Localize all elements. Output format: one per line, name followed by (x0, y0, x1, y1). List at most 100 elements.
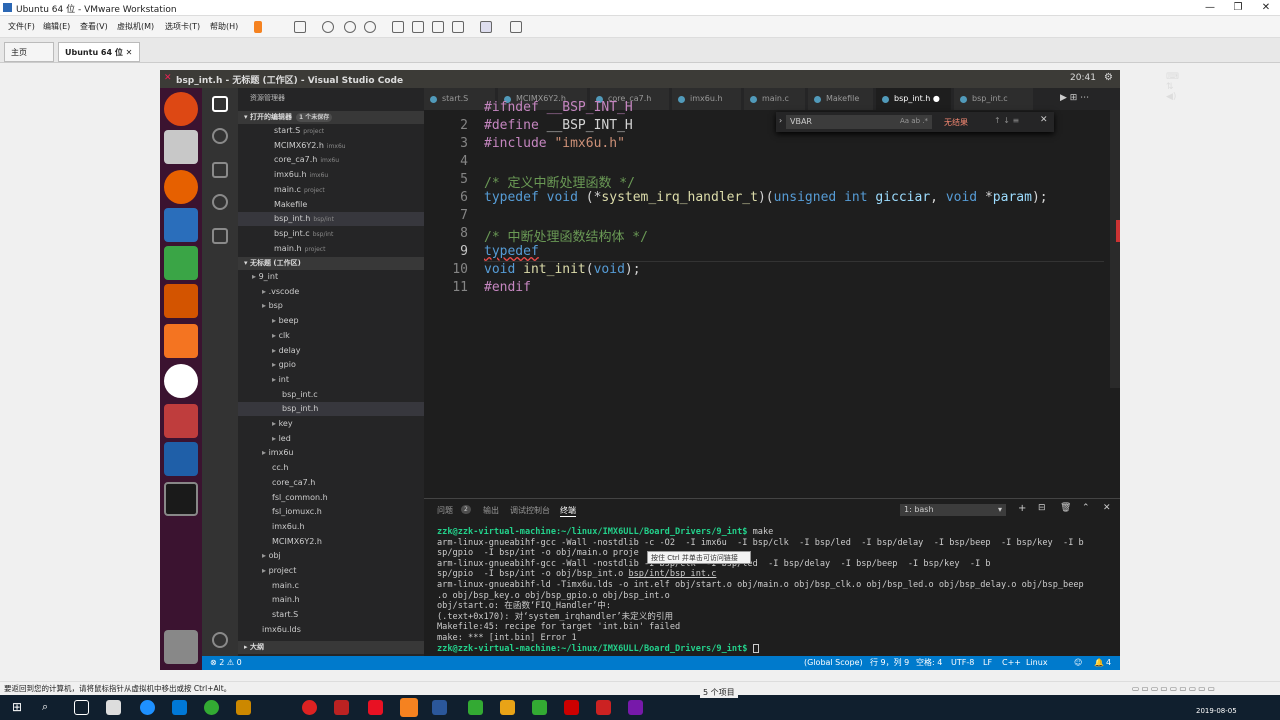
taskbar-date[interactable]: 2019-08-05 (1196, 707, 1237, 715)
tray-icons[interactable]: ⌨ ⇅ ◀) (1166, 72, 1179, 102)
pause-icon[interactable] (254, 21, 262, 33)
tree-file[interactable]: fsl_common.h (238, 491, 424, 505)
terminal-select[interactable]: 1: bash ▾ (900, 504, 1006, 516)
tree-folder[interactable]: ▸ beep (238, 314, 424, 328)
search-taskbar-icon[interactable]: ⌕ (42, 700, 48, 714)
ubuntu-dash-icon[interactable] (164, 92, 198, 126)
app6-icon[interactable] (532, 700, 547, 715)
find-nav-icons[interactable]: ↑ ↓ ≡ (994, 116, 1019, 125)
bell-icon[interactable]: 🔔 (1094, 656, 1104, 670)
unsaved-dot-icon[interactable]: ● (930, 94, 940, 103)
app7-icon[interactable] (596, 700, 611, 715)
explorer-icon[interactable] (212, 96, 228, 112)
app2-icon[interactable] (334, 700, 349, 715)
trash-icon[interactable] (164, 630, 198, 664)
snapshot-manager-icon[interactable] (364, 21, 376, 33)
app3-icon[interactable] (368, 700, 383, 715)
device-icons[interactable]: ▭ ▭ ▭ ▭ ▭ ▭ ▭ ▭ ▭ (1132, 682, 1215, 695)
windows-start-icon[interactable]: ⊞ (12, 700, 22, 714)
impress-icon[interactable] (164, 284, 198, 318)
tree-file[interactable]: bsp_int.h (238, 402, 424, 417)
minimize-button[interactable]: — (1196, 0, 1224, 16)
outline-section[interactable]: ▸ 大纲 (238, 641, 424, 654)
find-options[interactable]: Aa ab .* (900, 117, 928, 125)
editor-tab[interactable]: main.c (744, 88, 806, 110)
unity-icon[interactable] (452, 21, 464, 33)
tree-folder[interactable]: ▸ imx6u (238, 446, 424, 460)
tree-folder[interactable]: ▸ obj (238, 549, 424, 563)
terminal-output[interactable]: zzk@zzk-virtual-machine:~/linux/IMX6ULL/… (437, 527, 1084, 654)
tree-file[interactable]: core_ca7.h (238, 476, 424, 490)
app-icon[interactable] (236, 700, 251, 715)
tree-folder[interactable]: ▸ bsp (238, 299, 424, 313)
tree-file[interactable]: main.c (238, 579, 424, 593)
editor-scrollbar[interactable] (1110, 110, 1120, 388)
open-editor-item[interactable]: start.S project (238, 124, 424, 138)
maximize-button[interactable]: ❐ (1224, 0, 1252, 16)
extensions-icon[interactable] (212, 228, 228, 244)
editor-tab[interactable]: Makefile (808, 88, 874, 110)
tree-file[interactable]: bsp_int.c (238, 388, 424, 402)
console-view-icon[interactable] (480, 21, 492, 33)
menu-view[interactable]: 查看(V) (80, 21, 108, 32)
tab-debug-console[interactable]: 调试控制台 (510, 505, 550, 516)
terminal-icon[interactable] (164, 482, 198, 516)
eol-status[interactable]: LF (983, 656, 992, 670)
window-close-icon[interactable]: ✕ (164, 73, 172, 83)
tab-home[interactable]: 主页 (4, 42, 54, 62)
find-close-icon[interactable]: ✕ (1040, 115, 1048, 125)
edge-icon[interactable] (140, 700, 155, 715)
cursor-position[interactable]: 行 9，列 9 (870, 656, 909, 670)
manage-gear-icon[interactable] (212, 632, 228, 648)
code-editor[interactable]: 2 3 4 5 6 7 8 9 10 11 #ifndef __BSP_INT_… (424, 100, 1120, 498)
tab-output[interactable]: 输出 (483, 505, 499, 516)
close-panel-icon[interactable]: ✕ (1103, 503, 1111, 513)
tree-folder[interactable]: ▸ gpio (238, 358, 424, 372)
sidebar-icon[interactable] (392, 21, 404, 33)
open-editor-item[interactable]: bsp_int.h bsp/int (238, 212, 424, 227)
app5-icon[interactable] (500, 700, 515, 715)
tree-file[interactable]: imx6u.lds (238, 623, 424, 637)
tab-ubuntu[interactable]: Ubuntu 64 位 ✕ (58, 42, 140, 62)
editor-tab[interactable]: bsp_int.h ● (876, 88, 952, 110)
menu-vm[interactable]: 虚拟机(M) (117, 21, 154, 32)
tab-problems[interactable]: 问题 (437, 505, 453, 516)
wechat-icon[interactable] (204, 700, 219, 715)
writer-icon[interactable] (164, 208, 198, 242)
tree-folder[interactable]: ▸ led (238, 432, 424, 446)
open-editor-item[interactable]: imx6u.h imx6u (238, 168, 424, 182)
open-editor-item[interactable]: core_ca7.h imx6u (238, 153, 424, 167)
menu-edit[interactable]: 编辑(E) (43, 21, 70, 32)
task-view-icon[interactable] (74, 700, 89, 715)
tree-folder[interactable]: ▸ int (238, 373, 424, 387)
editor-tab[interactable]: bsp_int.c (954, 88, 1034, 110)
indent-status[interactable]: 空格: 4 (916, 656, 942, 670)
close-button[interactable]: ✕ (1252, 0, 1280, 16)
open-editor-item[interactable]: MCIMX6Y2.h imx6u (238, 139, 424, 153)
tree-folder[interactable]: ▸ project (238, 564, 424, 578)
scope-status[interactable]: (Global Scope) (804, 656, 863, 670)
toggle-replace-icon[interactable]: › (779, 116, 782, 125)
feedback-icon[interactable]: ☺ (1074, 656, 1082, 670)
open-editor-item[interactable]: main.c project (238, 183, 424, 197)
kill-terminal-icon[interactable]: 🗑 (1060, 503, 1071, 513)
onenote-icon[interactable] (628, 700, 643, 715)
open-editors-section[interactable]: ▾ 打开的编辑器 1 个未保存 (238, 111, 424, 124)
menu-help[interactable]: 帮助(H) (210, 21, 238, 32)
tree-file[interactable]: cc.h (238, 461, 424, 475)
system-settings-icon[interactable] (164, 404, 198, 438)
tree-file[interactable]: fsl_iomuxc.h (238, 505, 424, 519)
tree-folder[interactable]: ▸ key (238, 417, 424, 431)
stretch-icon[interactable] (510, 21, 522, 33)
search-icon[interactable] (212, 128, 228, 144)
vscode-launcher-icon[interactable] (164, 442, 198, 476)
workspace-section[interactable]: ▾ 无标题 (工作区) (238, 257, 424, 270)
amazon-icon[interactable] (164, 364, 198, 398)
snapshot-icon[interactable] (322, 21, 334, 33)
menu-tabs[interactable]: 选项卡(T) (165, 21, 200, 32)
software-center-icon[interactable] (164, 324, 198, 358)
terminal-link[interactable]: bsp/int/bsp_int.c (628, 569, 716, 579)
thumbnail-icon[interactable] (412, 21, 424, 33)
foxit-icon[interactable] (564, 700, 579, 715)
tree-file[interactable]: MCIMX6Y2.h (238, 535, 424, 549)
